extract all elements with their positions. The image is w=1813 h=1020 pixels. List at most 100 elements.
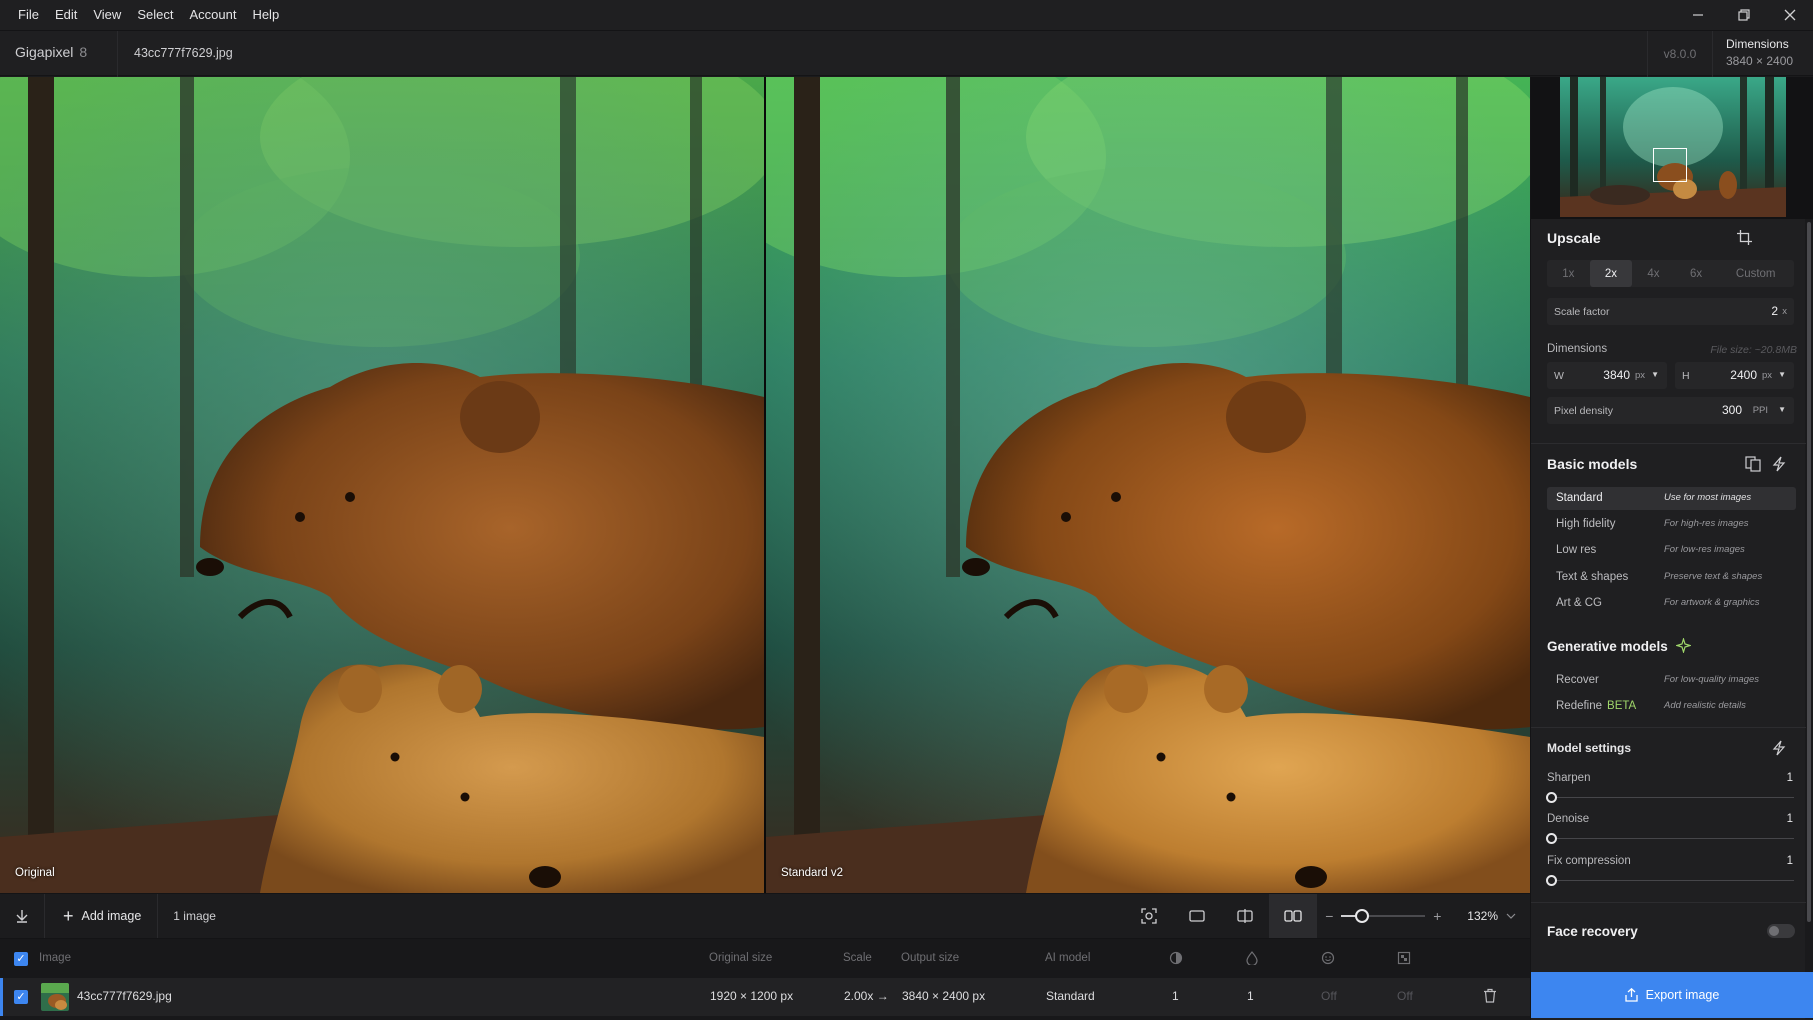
model-art-cg[interactable]: Art & CG For artwork & graphics xyxy=(1547,592,1796,615)
navigator[interactable] xyxy=(1531,77,1813,219)
face-recovery-toggle[interactable] xyxy=(1767,924,1795,938)
enhanced-preview[interactable]: Standard v2 xyxy=(766,77,1530,893)
collapse-list-button[interactable] xyxy=(0,894,44,938)
model-standard[interactable]: Standard Use for most images xyxy=(1547,487,1796,510)
model-low-res[interactable]: Low res For low-res images xyxy=(1547,539,1796,562)
auto-settings-button[interactable] xyxy=(1772,740,1786,759)
fix-compression-slider-thumb[interactable] xyxy=(1546,875,1557,886)
row-face: Off xyxy=(1321,989,1337,1003)
height-value[interactable]: 2400 xyxy=(1730,368,1757,382)
auto-model-button[interactable] xyxy=(1772,456,1786,475)
app-name-label: Gigapixel xyxy=(15,44,74,60)
crop-button[interactable] xyxy=(1737,230,1752,248)
add-image-button[interactable]: + Add image xyxy=(45,894,157,938)
menu-edit[interactable]: Edit xyxy=(47,0,85,30)
scrollbar-thumb[interactable] xyxy=(1807,222,1811,922)
tab-scale-custom[interactable]: Custom xyxy=(1717,260,1794,287)
minimize-button[interactable] xyxy=(1675,0,1721,30)
tab-scale-1x[interactable]: 1x xyxy=(1547,260,1590,287)
model-settings-title: Model settings xyxy=(1547,741,1632,755)
split-view-button[interactable] xyxy=(1221,894,1269,938)
scale-factor-label: Scale factor xyxy=(1554,306,1610,318)
export-button[interactable]: Export image xyxy=(1531,972,1813,1018)
restore-button[interactable] xyxy=(1721,0,1767,30)
model-desc: Preserve text & shapes xyxy=(1664,571,1763,582)
sharpen-value[interactable]: 1 xyxy=(1787,772,1793,784)
model-name: Recover xyxy=(1556,674,1599,686)
tab-scale-4x[interactable]: 4x xyxy=(1632,260,1675,287)
zoom-in-icon[interactable]: + xyxy=(1431,908,1443,924)
zoom-value[interactable]: 132% xyxy=(1467,909,1498,923)
panel-scrollbar[interactable] xyxy=(1805,219,1813,1019)
denoise-label: Denoise xyxy=(1547,813,1590,825)
compare-models-button[interactable] xyxy=(1745,456,1761,475)
menu-select[interactable]: Select xyxy=(129,0,181,30)
sharpen-slider-thumb[interactable] xyxy=(1546,792,1557,803)
chevron-down-icon[interactable]: ▼ xyxy=(1651,370,1659,379)
fix-compression-slider[interactable] xyxy=(1551,880,1794,881)
height-field[interactable]: H 2400 px ▼ xyxy=(1675,362,1794,389)
model-name: Standard xyxy=(1556,492,1603,504)
tab-scale-6x[interactable]: 6x xyxy=(1675,260,1718,287)
row-original-size: 1920 × 1200 px xyxy=(710,989,794,1003)
zoom-out-icon[interactable]: − xyxy=(1323,908,1335,924)
toggle-knob xyxy=(1769,926,1779,936)
crop-icon xyxy=(1737,230,1752,245)
pixel-density-value[interactable]: 300 xyxy=(1722,403,1742,417)
menu-account[interactable]: Account xyxy=(181,0,244,30)
pixel-density-unit: PPI xyxy=(1752,405,1768,416)
zoom-track[interactable] xyxy=(1341,909,1426,923)
model-recover[interactable]: Recover For low-quality images xyxy=(1547,669,1796,692)
model-name: Art & CG xyxy=(1556,597,1603,609)
table-row[interactable]: ✓ 43cc777f7629.jpg 1920 × 1200 px 2.00x … xyxy=(0,978,1530,1016)
side-by-side-button[interactable] xyxy=(1269,894,1318,938)
scale-factor-field[interactable]: Scale factor 2 x xyxy=(1547,298,1794,325)
denoise-slider-thumb[interactable] xyxy=(1546,833,1557,844)
model-text-shapes[interactable]: Text & shapes Preserve text & shapes xyxy=(1547,566,1796,589)
header-output-size[interactable]: Output size xyxy=(901,952,959,964)
preview-area[interactable]: Original Standard v2 xyxy=(0,77,1530,893)
scale-factor-unit: x xyxy=(1782,306,1787,317)
row-checkbox[interactable]: ✓ xyxy=(14,990,28,1004)
width-field[interactable]: W 3840 px ▼ xyxy=(1547,362,1667,389)
zoom-slider[interactable]: − + xyxy=(1323,908,1443,924)
chevron-down-icon[interactable]: ▼ xyxy=(1778,370,1786,379)
menu-view[interactable]: View xyxy=(85,0,129,30)
menu-list: File Edit View Select Account Help xyxy=(0,0,287,30)
header-original-size[interactable]: Original size xyxy=(709,952,772,964)
collapse-icon xyxy=(16,910,28,923)
scale-factor-value[interactable]: 2 xyxy=(1771,304,1778,318)
delete-button[interactable] xyxy=(1483,988,1497,1006)
denoise-slider[interactable] xyxy=(1551,838,1794,839)
menu-help[interactable]: Help xyxy=(244,0,287,30)
model-redefine[interactable]: Redefine BETA Add realistic details xyxy=(1547,695,1796,718)
model-name: High fidelity xyxy=(1556,518,1616,530)
header-image[interactable]: Image xyxy=(39,952,71,964)
section-divider xyxy=(1531,902,1806,903)
tab-scale-2x[interactable]: 2x xyxy=(1589,260,1633,287)
output-dimensions: Dimensions 3840 × 2400 xyxy=(1726,37,1793,68)
fit-view-button[interactable] xyxy=(1125,894,1173,938)
chevron-down-icon[interactable]: ▼ xyxy=(1778,405,1786,414)
header-ai-model[interactable]: AI model xyxy=(1045,952,1090,964)
single-view-button[interactable] xyxy=(1173,894,1221,938)
original-preview[interactable]: Original xyxy=(0,77,764,893)
close-button[interactable] xyxy=(1767,0,1813,30)
model-desc: For artwork & graphics xyxy=(1664,597,1760,608)
navigator-viewport[interactable] xyxy=(1653,148,1687,182)
pixel-density-field[interactable]: Pixel density 300 PPI ▼ xyxy=(1547,397,1794,424)
sharpen-label: Sharpen xyxy=(1547,772,1591,784)
menu-file[interactable]: File xyxy=(10,0,47,30)
table-header: ✓ Image Original size Scale Output size … xyxy=(0,938,1530,978)
model-high-fidelity[interactable]: High fidelity For high-res images xyxy=(1547,513,1796,536)
sharpen-slider[interactable] xyxy=(1551,797,1794,798)
header-scale[interactable]: Scale xyxy=(843,952,872,964)
chevron-down-icon[interactable] xyxy=(1506,911,1516,922)
select-all-checkbox[interactable]: ✓ xyxy=(14,952,28,966)
denoise-value[interactable]: 1 xyxy=(1787,813,1793,825)
zoom-thumb[interactable] xyxy=(1355,909,1370,923)
row-file-name: 43cc777f7629.jpg xyxy=(77,989,172,1003)
lightning-icon xyxy=(1772,456,1786,472)
width-value[interactable]: 3840 xyxy=(1603,368,1630,382)
fix-compression-value[interactable]: 1 xyxy=(1787,855,1793,867)
